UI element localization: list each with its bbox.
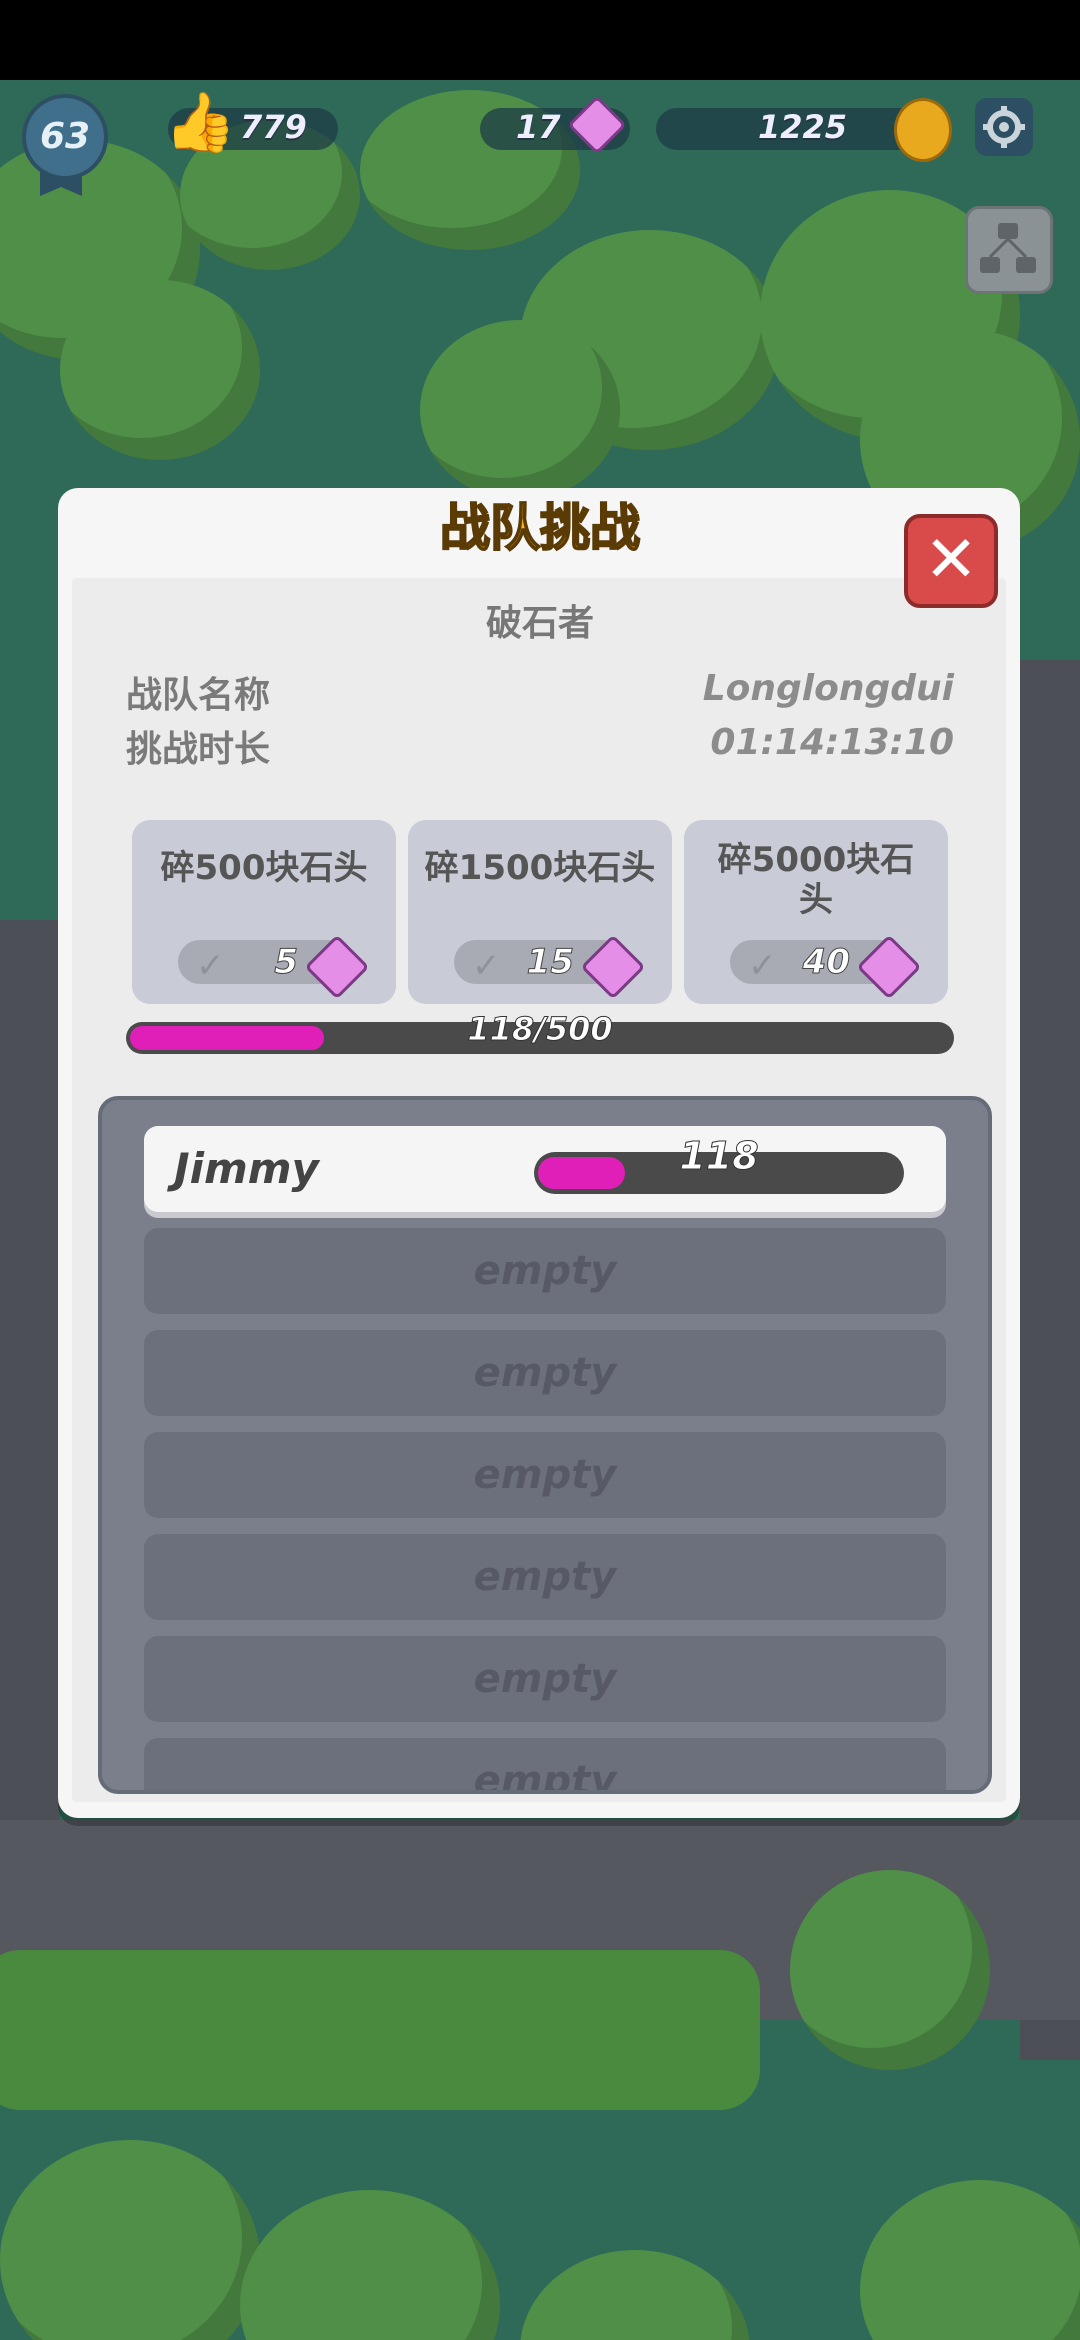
task-reward: 15: [526, 942, 574, 983]
thumbs-up-icon: 👍: [164, 88, 237, 156]
team-progress-text: 118/500: [467, 1010, 613, 1049]
duration-value: 01:14:13:10: [710, 722, 954, 763]
task-reward: 40: [802, 942, 850, 983]
likes-count: 779: [240, 108, 307, 146]
task-label: 碎5000块石头: [717, 840, 915, 920]
empty-slot: empty: [144, 1636, 946, 1722]
gems-count: 17: [516, 108, 561, 146]
member-name: Jimmy: [174, 1144, 319, 1193]
team-name-value: Longlongdui: [702, 668, 954, 709]
task-card[interactable]: 碎500块石头 ✓ 5: [132, 820, 396, 1004]
check-icon: ✓: [196, 946, 225, 986]
empty-slot: empty: [144, 1228, 946, 1314]
challenge-subtitle: 破石者: [485, 603, 594, 644]
empty-slot: empty: [144, 1738, 946, 1790]
task-label: 碎1500块石头: [424, 848, 656, 888]
team-map-button[interactable]: [965, 206, 1053, 294]
gear-icon: [983, 106, 1025, 148]
check-icon: ✓: [748, 946, 777, 986]
task-card[interactable]: 碎5000块石头 ✓ 40: [684, 820, 948, 1004]
task-card[interactable]: 碎1500块石头 ✓ 15: [408, 820, 672, 1004]
duration-label: 挑战时长: [126, 729, 271, 770]
close-icon: ✕: [924, 523, 978, 597]
check-icon: ✓: [472, 946, 501, 986]
status-bar: [0, 0, 1080, 80]
map-icon: [980, 223, 1036, 273]
task-reward: 5: [274, 942, 299, 983]
empty-slot: empty: [144, 1330, 946, 1416]
members-list[interactable]: Jimmy 118 empty empty empty empty empty …: [98, 1096, 992, 1794]
level-badge[interactable]: 63: [22, 94, 108, 180]
coins-count: 1225: [758, 108, 848, 146]
task-label: 碎500块石头: [160, 848, 368, 888]
team-name-label: 战队名称: [126, 675, 271, 716]
settings-button[interactable]: [975, 98, 1033, 156]
member-score: 118: [679, 1134, 759, 1179]
member-row-me: Jimmy 118: [144, 1126, 946, 1212]
empty-slot: empty: [144, 1534, 946, 1620]
coin-icon[interactable]: [894, 98, 952, 162]
empty-slot: empty: [144, 1432, 946, 1518]
